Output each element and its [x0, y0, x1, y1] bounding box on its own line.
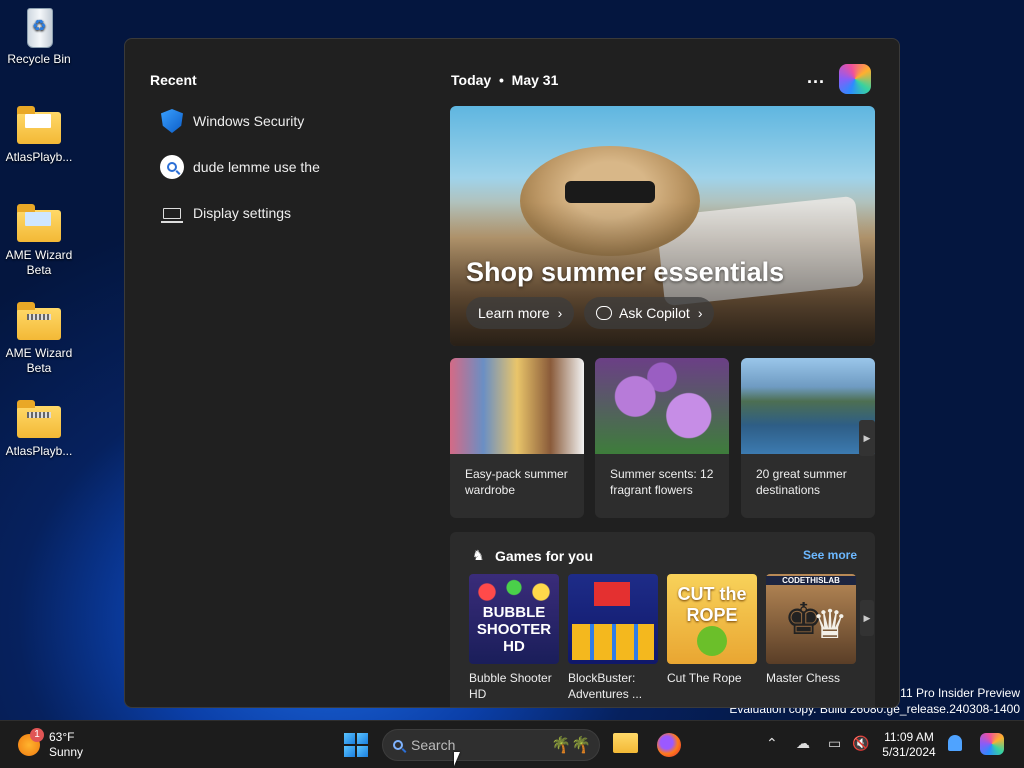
zip-folder-icon: [17, 302, 61, 342]
recent-item-windows-security[interactable]: Windows Security: [159, 106, 304, 136]
game-art-text: CODETHISLAB: [766, 576, 856, 585]
desktop-icon-recycle-bin[interactable]: Recycle Bin: [4, 8, 74, 67]
ask-copilot-button[interactable]: Ask Copilot ›: [584, 297, 715, 329]
today-header: Today • May 31: [451, 72, 558, 88]
weather-widget[interactable]: 1 63°F Sunny: [18, 728, 84, 760]
game-tile-cut-the-rope[interactable]: CUT the ROPE Cut The Rope: [667, 574, 757, 686]
file-explorer-icon[interactable]: [613, 733, 638, 753]
cloud-offline-icon[interactable]: ☁: [796, 735, 810, 752]
news-card-caption: Summer scents: 12 fragrant flowers: [610, 467, 714, 497]
folder-icon: [17, 204, 61, 244]
start-button[interactable]: [344, 733, 368, 757]
today-label: Today: [451, 72, 492, 88]
firefox-icon[interactable]: [657, 733, 681, 757]
game-tile-master-chess[interactable]: CODETHISLAB ♚ ♛ Master Chess: [766, 574, 856, 686]
news-card-caption: 20 great summer destinations: [756, 467, 847, 497]
recycle-bin-icon: [17, 8, 61, 48]
news-card-wardrobe[interactable]: Easy-pack summer wardrobe: [450, 358, 584, 518]
desktop-icon-atlasplaybook-1[interactable]: AtlasPlayb...: [4, 106, 74, 165]
taskbar-search-box[interactable]: 🌴🌴: [382, 729, 600, 761]
news-card-image: [595, 358, 729, 454]
notification-badge: 1: [30, 728, 44, 742]
laptop-icon: [159, 200, 185, 226]
game-art: CUT the ROPE: [667, 574, 757, 664]
game-art: BUBBLE SHOOTER HD: [469, 574, 559, 664]
desktop-icon-label: Recycle Bin: [7, 52, 71, 66]
today-date: May 31: [511, 72, 559, 88]
palm-tree-icon: 🌴🌴: [551, 737, 591, 754]
desktop-icon-label: AME Wizard Beta: [5, 248, 73, 277]
desktop-icon-label: AtlasPlayb...: [5, 150, 73, 164]
hero-card[interactable]: Shop summer essentials Learn more › Ask …: [450, 106, 875, 346]
news-card-image: [741, 358, 875, 454]
desktop-icon-ame-wizard-2[interactable]: AME Wizard Beta: [4, 302, 74, 376]
taskbar: 1 63°F Sunny 🌴🌴 ⌃ ☁ ▭ 🔇 11:09 AM 5/31/20…: [0, 720, 1024, 768]
see-more-link[interactable]: See more: [803, 548, 857, 562]
search-icon: [159, 154, 185, 180]
game-name: Bubble Shooter HD: [469, 671, 552, 701]
news-card-caption: Easy-pack summer wardrobe: [465, 467, 568, 497]
news-card-destinations[interactable]: 20 great summer destinations: [741, 358, 875, 518]
more-options-button[interactable]: ...: [807, 67, 825, 88]
recent-item-label: dude lemme use the: [193, 159, 320, 175]
chat-bubble-icon: [596, 306, 612, 320]
bell-icon[interactable]: [948, 735, 962, 751]
folder-icon: [17, 106, 61, 146]
games-title: Games for you: [495, 548, 594, 564]
game-name: Cut The Rope: [667, 671, 742, 685]
recent-item-label: Windows Security: [193, 113, 305, 129]
games-section: ♞ Games for you See more BUBBLE SHOOTER …: [450, 532, 875, 707]
chevron-right-icon: ›: [697, 305, 703, 321]
news-card-flowers[interactable]: Summer scents: 12 fragrant flowers: [595, 358, 729, 518]
games-next-arrow-icon[interactable]: ▶: [860, 600, 874, 636]
start-panel: Recent Windows Security dude lemme use t…: [124, 38, 900, 708]
recent-item-label: Display settings: [193, 205, 292, 221]
game-art-text: BUBBLE SHOOTER HD: [476, 604, 552, 655]
desktop-icon-label: AtlasPlayb...: [5, 444, 73, 458]
learn-more-button[interactable]: Learn more ›: [466, 297, 575, 329]
chess-piece-icon: ♞: [472, 547, 485, 563]
news-card-image: [450, 358, 584, 454]
game-name: Master Chess: [766, 671, 841, 685]
shield-icon: [159, 108, 185, 134]
recent-item-display-settings[interactable]: Display settings: [159, 198, 291, 228]
sun-icon: 1: [18, 728, 44, 756]
recent-item-search[interactable]: dude lemme use the: [159, 152, 320, 182]
hero-title: Shop summer essentials: [466, 257, 785, 287]
volume-muted-icon[interactable]: 🔇: [852, 735, 869, 752]
game-tile-blockbuster[interactable]: BlockBuster: Adventures ...: [568, 574, 658, 702]
desktop-icon-label: AME Wizard Beta: [5, 346, 73, 375]
game-art: [568, 574, 658, 664]
chevron-up-icon[interactable]: ⌃: [766, 735, 778, 752]
game-art-text: CUT the ROPE: [677, 584, 747, 625]
recent-heading: Recent: [150, 72, 197, 88]
system-clock[interactable]: 11:09 AM 5/31/2024: [870, 730, 948, 760]
cards-next-arrow-icon[interactable]: ▶: [859, 420, 875, 456]
weather-temp: 63°F: [49, 730, 75, 744]
chevron-right-icon: ›: [557, 305, 563, 321]
copilot-icon[interactable]: [839, 64, 871, 94]
desktop-icon-atlasplaybook-2[interactable]: AtlasPlayb...: [4, 400, 74, 459]
ask-copilot-label: Ask Copilot: [619, 305, 690, 321]
weather-condition: Sunny: [49, 745, 84, 759]
game-name: BlockBuster: Adventures ...: [568, 671, 643, 701]
clock-date: 5/31/2024: [882, 745, 936, 759]
zip-folder-icon: [17, 400, 61, 440]
learn-more-label: Learn more: [478, 305, 550, 321]
separator-dot: •: [495, 72, 508, 88]
taskbar-search-input[interactable]: [411, 737, 531, 753]
game-art: CODETHISLAB ♚ ♛: [766, 574, 856, 664]
mouse-cursor-icon: [454, 752, 460, 766]
desktop-icon-ame-wizard-1[interactable]: AME Wizard Beta: [4, 204, 74, 278]
clock-time: 11:09 AM: [884, 730, 934, 744]
game-tile-bubble-shooter[interactable]: BUBBLE SHOOTER HD Bubble Shooter HD: [469, 574, 559, 702]
search-icon: [393, 740, 403, 750]
display-icon[interactable]: ▭: [828, 735, 841, 752]
copilot-taskbar-icon[interactable]: [980, 733, 1004, 755]
